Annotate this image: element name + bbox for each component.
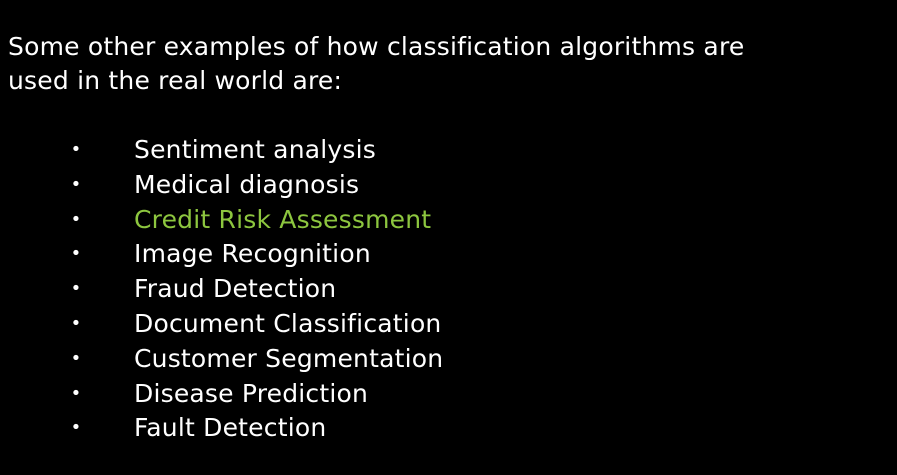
- list-item-label: Fault Detection: [134, 413, 327, 443]
- list-item-label: Fraud Detection: [134, 274, 337, 304]
- list-item-label: Credit Risk Assessment: [134, 204, 432, 234]
- list-item-label: Medical diagnosis: [134, 169, 360, 199]
- intro-line-1: Some other examples of how classificatio…: [8, 32, 745, 61]
- bullet-icon: •: [70, 312, 82, 334]
- bullet-icon: •: [70, 243, 82, 265]
- bullet-icon: •: [70, 382, 82, 404]
- bullet-icon: •: [70, 417, 82, 439]
- list-item-label: Image Recognition: [134, 239, 371, 269]
- intro-line-2: used in the real world are:: [8, 66, 343, 95]
- bullet-icon: •: [70, 347, 82, 369]
- intro-paragraph: Some other examples of how classificatio…: [8, 30, 878, 98]
- slide: Some other examples of how classificatio…: [0, 0, 897, 475]
- list-item-label: Document Classification: [134, 308, 442, 338]
- list-item-label: Disease Prediction: [134, 378, 369, 408]
- list-item-label: Sentiment analysis: [134, 135, 376, 164]
- bullet-icon: •: [70, 139, 82, 160]
- bullet-icon: •: [70, 173, 82, 195]
- list-item-label: Customer Segmentation: [134, 343, 444, 373]
- bullet-icon: •: [70, 278, 82, 300]
- bullet-icon: •: [70, 208, 82, 230]
